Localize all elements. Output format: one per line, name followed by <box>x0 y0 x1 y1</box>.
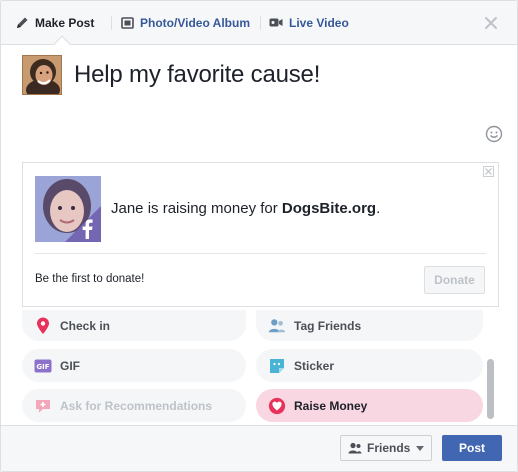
tab-label: Make Post <box>35 15 95 30</box>
action-label: Ask for Recommendations <box>60 398 213 413</box>
composer-tabbar: Make Post Photo/Video Album Live Video <box>1 1 517 45</box>
smiley-icon[interactable] <box>485 125 503 143</box>
gif-button[interactable]: GIF GIF <box>22 349 246 382</box>
ask-for-recommendations-button[interactable]: Ask for Recommendations <box>22 389 246 422</box>
sticker-icon <box>268 357 286 375</box>
chevron-down-icon <box>416 445 425 451</box>
scrollbar-thumb[interactable] <box>487 359 494 419</box>
gif-icon: GIF <box>34 357 52 375</box>
post-button[interactable]: Post <box>442 435 502 461</box>
composer-footer: Friends Post <box>1 425 517 471</box>
tab-divider <box>111 16 112 30</box>
audience-selector[interactable]: Friends <box>340 435 432 461</box>
fundraiser-text-suffix: . <box>376 200 381 217</box>
card-close-icon[interactable] <box>483 166 494 177</box>
action-label: Tag Friends <box>294 318 362 333</box>
tab-divider <box>260 16 261 30</box>
fundraiser-photo <box>35 176 101 242</box>
check-in-button[interactable]: Check in <box>22 310 246 341</box>
close-icon[interactable] <box>483 15 499 31</box>
post-text-input[interactable]: Help my favorite cause! <box>74 61 320 89</box>
avatar[interactable] <box>22 55 62 95</box>
action-label: Sticker <box>294 358 335 373</box>
tab-label: Photo/Video Album <box>140 15 250 30</box>
post-composer: Make Post Photo/Video Album Live Video H… <box>0 0 518 472</box>
tab-label: Live Video <box>289 15 349 30</box>
album-icon <box>120 16 134 30</box>
fundraiser-text-prefix: Jane is raising money for <box>111 200 282 217</box>
facebook-f-icon <box>77 217 97 239</box>
tab-make-post[interactable]: Make Post <box>15 1 94 44</box>
action-label: Check in <box>60 318 111 333</box>
action-label: GIF <box>60 358 80 373</box>
tag-friends-icon <box>268 317 286 335</box>
video-camera-icon <box>269 16 283 30</box>
pencil-icon <box>15 16 29 30</box>
card-divider <box>35 253 486 254</box>
raise-money-button[interactable]: Raise Money <box>256 389 483 422</box>
fundraiser-text: Jane is raising money for DogsBite.org. <box>111 200 380 217</box>
fundraiser-org-link[interactable]: DogsBite.org <box>282 200 376 217</box>
first-donate-text: Be the first to donate! <box>35 273 145 285</box>
donate-button[interactable]: Donate <box>424 266 485 294</box>
action-label: Raise Money <box>294 398 368 413</box>
tag-friends-button[interactable]: Tag Friends <box>256 310 483 341</box>
recommendations-icon <box>34 397 52 415</box>
tab-photo-video-album[interactable]: Photo/Video Album <box>120 1 250 44</box>
raise-money-icon <box>268 397 286 415</box>
fundraiser-card: Jane is raising money for DogsBite.org. … <box>22 162 499 307</box>
sticker-button[interactable]: Sticker <box>256 349 483 382</box>
tab-live-video[interactable]: Live Video <box>269 1 349 44</box>
audience-label: Friends <box>367 441 411 455</box>
friends-icon <box>348 442 362 454</box>
svg-text:GIF: GIF <box>36 363 49 371</box>
location-pin-icon <box>34 317 52 335</box>
